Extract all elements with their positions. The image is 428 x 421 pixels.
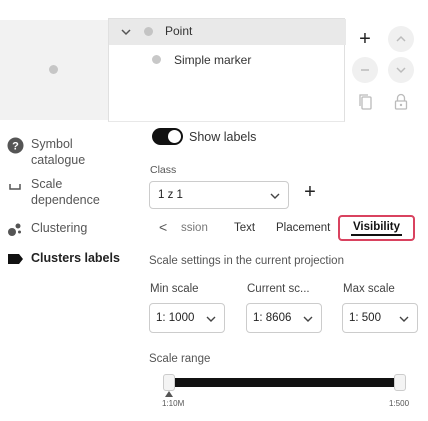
max-scale-value: 1: 500 [349, 312, 381, 324]
point-symbol-preview [49, 65, 58, 74]
current-scale-value: 1: 8606 [253, 312, 292, 324]
copy-icon [359, 94, 372, 110]
tab-visibility-label: Visibility [350, 221, 403, 236]
lock-layer-button[interactable] [388, 89, 414, 115]
sidebar-item-clustering[interactable]: Clustering [6, 220, 126, 238]
min-scale-select[interactable]: 1: 1000 [149, 303, 225, 333]
range-min-label: 1:10M [162, 399, 185, 408]
label-settings-tabs: < ssion Text Placement Visibility [147, 214, 428, 244]
max-scale-select[interactable]: 1: 500 [342, 303, 418, 333]
help-icon: ? [6, 136, 24, 154]
symbol-layer-tree: Point Simple marker [108, 18, 346, 122]
tree-item-label: Simple marker [174, 53, 252, 67]
class-select-value: 1 z 1 [158, 189, 183, 201]
symbol-preview [0, 20, 108, 120]
point-icon [144, 27, 153, 36]
scale-range-min-handle[interactable] [163, 374, 175, 391]
current-scale-select[interactable]: 1: 8606 [246, 303, 322, 333]
sidebar-item-label: Scale dependence [31, 177, 100, 207]
tree-item-label: Point [165, 24, 193, 38]
sidebar-item-label: Clusters labels [31, 251, 120, 265]
tab-expression[interactable]: ssion [181, 222, 208, 234]
marker-icon [152, 55, 161, 64]
add-class-button[interactable]: + [297, 179, 323, 205]
tabs-prev-button[interactable]: < [159, 219, 167, 235]
max-scale-label: Max scale [343, 283, 395, 295]
scale-icon [6, 176, 24, 194]
lock-icon [394, 93, 408, 110]
current-scale-marker-icon [165, 391, 173, 397]
chevron-down-icon [206, 316, 216, 322]
current-scale-label: Current sc... [247, 283, 310, 295]
scale-range-track[interactable] [170, 378, 399, 387]
plus-icon: + [359, 28, 371, 50]
scale-range-label: Scale range [149, 353, 211, 365]
class-field-label: Class [150, 164, 177, 176]
move-down-button[interactable] [388, 57, 414, 83]
chevron-down-icon[interactable] [119, 25, 133, 39]
sidebar-item-label: Symbol catalogue [31, 137, 86, 167]
add-layer-button[interactable]: + [352, 26, 378, 52]
sidebar-item-clusters-labels[interactable]: Clusters labels [6, 250, 126, 268]
chevron-down-icon [270, 193, 280, 199]
tab-visibility[interactable]: Visibility [338, 215, 415, 241]
tab-text[interactable]: Text [234, 222, 255, 234]
remove-layer-button[interactable] [352, 57, 378, 83]
show-labels-toggle[interactable] [152, 128, 183, 145]
label-tag-icon [6, 250, 24, 268]
cluster-icon [6, 220, 24, 238]
tree-item-point[interactable]: Point [109, 19, 346, 45]
sidebar-item-scale-dependence[interactable]: Scale dependence [6, 176, 126, 208]
chevron-down-icon [303, 316, 313, 322]
tree-item-simple-marker[interactable]: Simple marker [109, 45, 346, 71]
min-scale-label: Min scale [150, 283, 199, 295]
svg-text:?: ? [12, 140, 19, 152]
chevron-down-icon [399, 316, 409, 322]
sidebar-item-label: Clustering [31, 221, 88, 235]
chevron-up-icon [396, 35, 406, 42]
min-scale-value: 1: 1000 [156, 312, 195, 324]
plus-icon: + [304, 181, 316, 203]
show-labels-label: Show labels [189, 130, 257, 144]
sidebar-item-symbol-catalogue[interactable]: ? Symbol catalogue [6, 136, 126, 168]
chevron-down-icon [396, 67, 406, 74]
minus-icon [361, 69, 369, 71]
tab-placement[interactable]: Placement [276, 222, 330, 234]
range-max-label: 1:500 [389, 399, 410, 408]
scale-settings-heading: Scale settings in the current projection [149, 255, 344, 267]
class-select[interactable]: 1 z 1 [149, 181, 289, 209]
toggle-knob [168, 130, 181, 143]
duplicate-layer-button[interactable] [352, 89, 378, 115]
scale-range-max-handle[interactable] [394, 374, 406, 391]
move-up-button[interactable] [388, 26, 414, 52]
